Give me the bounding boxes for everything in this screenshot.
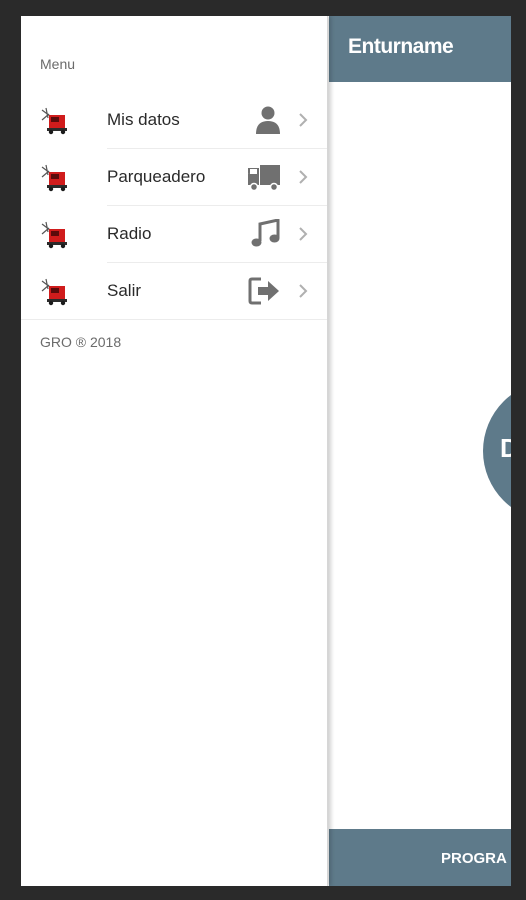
app-header: Enturname xyxy=(329,16,511,82)
chevron-right-icon xyxy=(299,284,308,298)
menu-item-label: Salir xyxy=(107,281,142,300)
main-action-button[interactable]: D xyxy=(483,381,511,521)
main-panel: Enturname D PROGRA xyxy=(329,16,511,886)
truck-photo-thumb xyxy=(40,220,70,250)
app-title: Enturname xyxy=(348,35,454,58)
menu-item-label: Radio xyxy=(107,224,152,243)
app-screen: Enturname D PROGRA Menu Mis datos Parque… xyxy=(21,16,511,886)
menu-item-salir[interactable]: Salir xyxy=(21,263,327,320)
menu-heading: Menu xyxy=(40,56,76,72)
chevron-right-icon xyxy=(299,170,308,184)
truck-photo-thumb xyxy=(40,106,70,136)
menu-list: Mis datos Parqueadero Radio Salir xyxy=(21,92,327,320)
sign-out-icon xyxy=(248,277,279,305)
truck-icon xyxy=(248,165,280,192)
side-menu-drawer: Menu Mis datos Parqueadero Radio Salir G… xyxy=(21,16,328,886)
user-icon xyxy=(256,106,280,134)
menu-item-parqueadero[interactable]: Parqueadero xyxy=(21,149,327,206)
menu-item-label: Mis datos xyxy=(107,110,180,129)
music-note-icon xyxy=(251,219,280,247)
copyright-text: GRO ® 2018 xyxy=(40,334,122,350)
truck-photo-thumb xyxy=(40,163,70,193)
bottom-bar-label: PROGRA xyxy=(441,850,507,867)
bottom-bar[interactable]: PROGRA xyxy=(329,829,511,886)
divider xyxy=(21,319,327,320)
menu-item-radio[interactable]: Radio xyxy=(21,206,327,263)
truck-photo-thumb xyxy=(40,277,70,307)
menu-item-mis-datos[interactable]: Mis datos xyxy=(21,92,327,149)
menu-item-label: Parqueadero xyxy=(107,167,206,186)
chevron-right-icon xyxy=(299,227,308,241)
main-action-label: D xyxy=(500,433,511,463)
chevron-right-icon xyxy=(299,113,308,127)
